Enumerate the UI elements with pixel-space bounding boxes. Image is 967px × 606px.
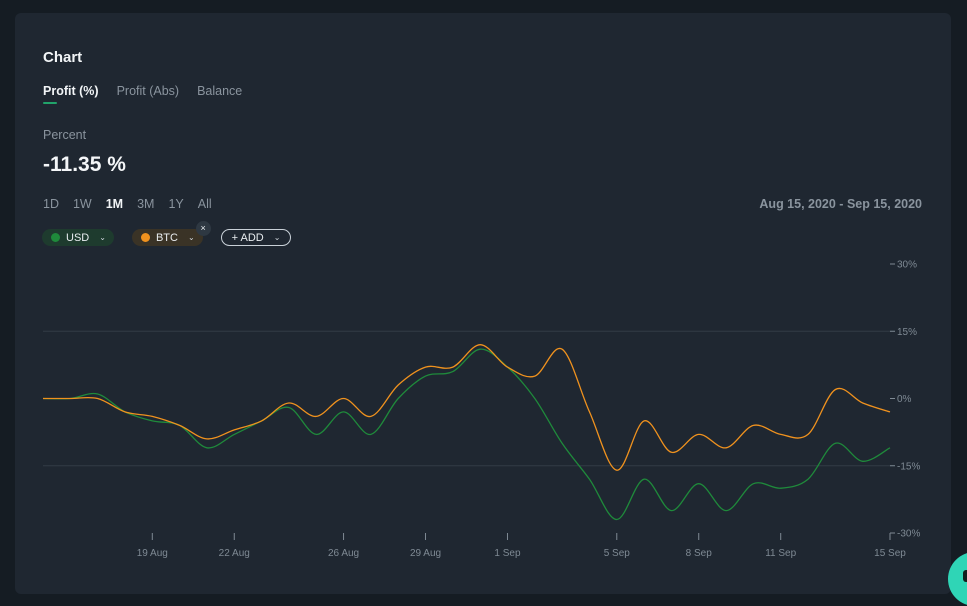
- y-axis-ticks: 30% 15% 0% -15% -30%: [890, 260, 920, 540]
- usd-series-line: [42, 348, 891, 521]
- y-tick-label: -30%: [897, 529, 920, 540]
- chat-icon: [963, 570, 967, 582]
- chart-gridlines: [43, 330, 890, 467]
- y-tick-label: 15%: [897, 327, 917, 338]
- x-tick-label: 8 Sep: [686, 548, 713, 559]
- x-tick-label: 11 Sep: [765, 548, 796, 559]
- btc-series-line: [42, 344, 891, 471]
- x-tick-label: 15 Sep: [874, 548, 906, 559]
- x-tick-label: 19 Aug: [137, 548, 168, 559]
- x-tick-label: 5 Sep: [604, 548, 631, 559]
- y-tick-label: 30%: [897, 260, 917, 271]
- x-tick-label: 22 Aug: [219, 548, 250, 559]
- x-tick-label: 1 Sep: [494, 548, 521, 559]
- y-tick-label: -15%: [897, 461, 920, 472]
- chart-series: [42, 344, 891, 521]
- x-axis-ticks: 19 Aug 22 Aug 26 Aug 29 Aug 1 Sep 5 Sep 8 Sep 1…: [137, 533, 906, 559]
- profit-line-chart: 30% 15% 0% -15% -30% 19 Aug 22 Aug 26 Aug 29 Au…: [42, 260, 920, 559]
- x-tick-label: 26 Aug: [328, 548, 359, 559]
- y-tick-label: 0%: [897, 394, 912, 405]
- x-tick-label: 29 Aug: [410, 548, 441, 559]
